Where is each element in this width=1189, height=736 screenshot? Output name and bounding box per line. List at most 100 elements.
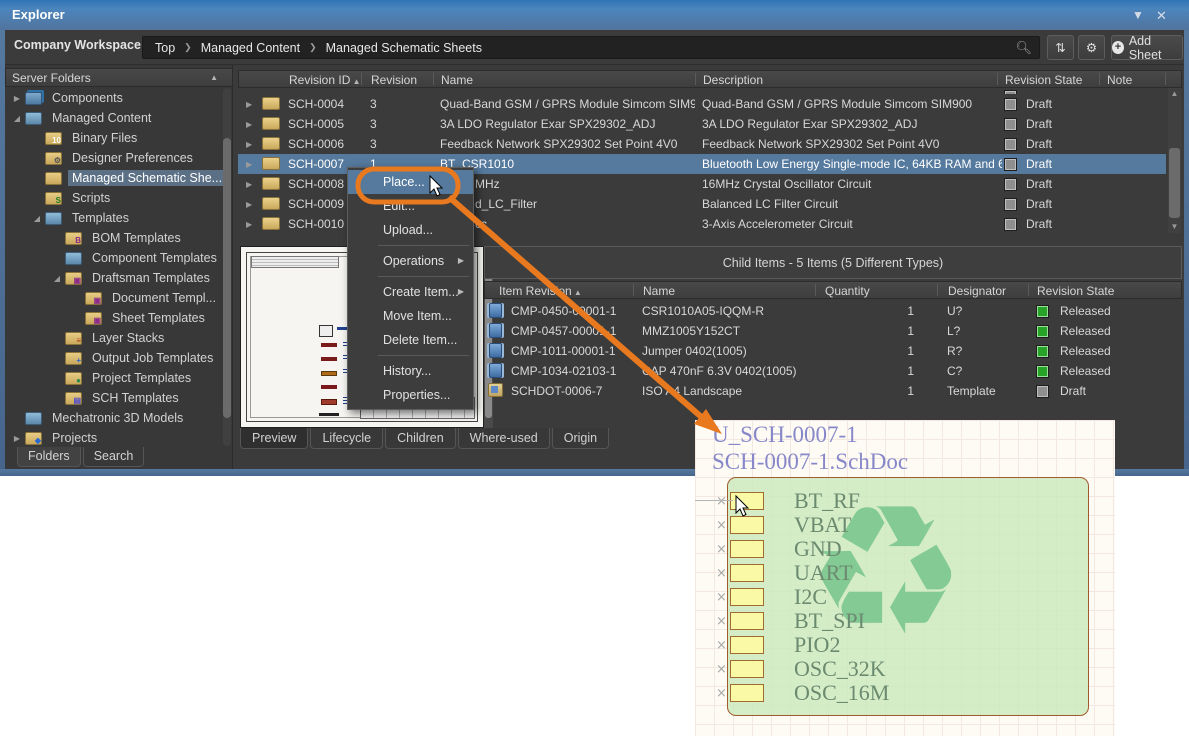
breadcrumb-item[interactable]: Managed Schematic Sheets: [326, 41, 482, 55]
screenshot-root: Explorer ▼ ✕ Company Workspace ▼ Top ❯ Man…: [0, 0, 1189, 736]
sidebar-item-project-templates[interactable]: ● Project Templates: [5, 368, 225, 388]
sidebar-item-designer-preferences[interactable]: ⚙ Designer Preferences: [5, 148, 225, 168]
menu-item-operations[interactable]: Operations ▶: [348, 249, 473, 273]
sidebar-item-managed-content[interactable]: ◢ Managed Content: [5, 108, 225, 128]
child-table: CMP-0450-00001-1 CSR1010A05-IQQM-R 1 U? Rele…: [484, 299, 1182, 401]
sidebar-item-managed-schematic-she[interactable]: Managed Schematic She...: [5, 168, 225, 188]
sidebar-item-templates[interactable]: ◢ Templates: [5, 208, 225, 228]
menu-item-place[interactable]: Place...: [348, 170, 473, 194]
sidebar-item-output-job-templates[interactable]: + Output Job Templates: [5, 348, 225, 368]
row-expand-icon[interactable]: ▶: [246, 200, 252, 209]
scroll-down-icon[interactable]: ▼: [1168, 221, 1181, 233]
child-column-header-revision-state[interactable]: Revision State: [1037, 284, 1114, 298]
collapse-arrow-icon[interactable]: ▶: [11, 94, 23, 103]
sidebar-item-mechatronic-3d-models[interactable]: Mechatronic 3D Models: [5, 408, 225, 428]
menu-item-delete-item[interactable]: Delete Item...: [348, 328, 473, 352]
sidebar-item-projects[interactable]: ▶ ◆ Projects: [5, 428, 225, 446]
column-header-description[interactable]: Description: [703, 73, 763, 87]
expand-arrow-icon[interactable]: ◢: [11, 114, 23, 123]
tab-preview[interactable]: Preview: [240, 428, 309, 449]
sync-arrows-icon: ⇅: [1055, 41, 1066, 55]
menu-item-create-item[interactable]: Create Item... ▶: [348, 280, 473, 304]
titlebar-dropdown-icon[interactable]: ▼: [1132, 8, 1144, 22]
row-expand-icon[interactable]: ▶: [246, 180, 252, 189]
sidebar-item-sheet-templates[interactable]: ▣ Sheet Templates: [5, 308, 225, 328]
table-row-sch-0005[interactable]: ▶ SCH-0005 3 3A LDO Regulator Exar SPX29302…: [238, 114, 1166, 134]
row-expand-icon[interactable]: ▶: [246, 120, 252, 129]
column-header-revision-state[interactable]: Revision State: [1005, 73, 1082, 87]
row-expand-icon[interactable]: ▶: [246, 140, 252, 149]
tab-where-used[interactable]: Where-used: [457, 428, 550, 449]
scroll-thumb[interactable]: [1169, 148, 1180, 218]
sheet-entry-box: [730, 540, 764, 558]
column-header-revision-id[interactable]: Revision ID ▲: [289, 73, 361, 87]
child-row-schdot-0006-7[interactable]: SCHDOT-0006-7 ISO A4 Landscape 1 Template Dr…: [484, 381, 1182, 401]
sidebar-item-components[interactable]: ▶ Components: [5, 88, 225, 108]
expand-arrow-icon[interactable]: ◢: [51, 274, 63, 283]
window-edge: [0, 30, 5, 476]
collapse-arrow-icon[interactable]: ▶: [11, 434, 23, 443]
sidebar-item-scripts[interactable]: S Scripts: [5, 188, 225, 208]
row-expand-icon[interactable]: ▶: [246, 100, 252, 109]
child-column-header-quantity[interactable]: Quantity: [825, 284, 870, 298]
sidebar-item-draftsman-templates[interactable]: ◢ ▣ Draftsman Templates: [5, 268, 225, 288]
sidebar-scrollbar[interactable]: [223, 88, 231, 446]
column-header-revision[interactable]: Revision: [371, 73, 417, 87]
tab-lifecycle[interactable]: Lifecycle: [310, 428, 384, 449]
row-expand-icon[interactable]: ▶: [246, 160, 252, 169]
child-column-header-name[interactable]: Name: [643, 284, 675, 298]
tab-children[interactable]: Children: [385, 428, 456, 449]
menu-item-move-item[interactable]: Move Item...: [348, 304, 473, 328]
column-header-name[interactable]: Name: [441, 73, 473, 87]
column-header-note[interactable]: Note: [1107, 73, 1132, 87]
name-cell: CAP 470nF 6.3V 0402(1005): [642, 364, 797, 378]
sheet-entry-box: [730, 660, 764, 678]
child-row-cmp-1034-02103-1[interactable]: CMP-1034-02103-1 CAP 470nF 6.3V 0402(1005…: [484, 361, 1182, 381]
column-divider: [1165, 73, 1166, 85]
breadcrumb-item[interactable]: Top: [155, 41, 175, 55]
name-cell: MHz: [475, 177, 500, 191]
close-icon[interactable]: ✕: [1156, 8, 1167, 24]
menu-item-upload[interactable]: Upload...: [348, 218, 473, 242]
menu-item-properties[interactable]: Properties...: [348, 383, 473, 407]
breadcrumb-item[interactable]: Managed Content: [201, 41, 300, 55]
revision-state-cell: Draft: [1026, 217, 1053, 231]
sync-button[interactable]: ⇅: [1047, 35, 1074, 60]
table-scrollbar[interactable]: ▲ ▼: [1168, 88, 1181, 233]
tab-origin[interactable]: Origin: [551, 428, 610, 449]
child-row-cmp-0457-00001-1[interactable]: CMP-0457-00001-1 MMZ1005Y152CT 1 L? Released: [484, 321, 1182, 341]
folder-icon: [262, 137, 280, 150]
sidebar-item-layer-stacks[interactable]: ≡ Layer Stacks: [5, 328, 225, 348]
sidebar-item-binary-files[interactable]: 10 Binary Files: [5, 128, 225, 148]
breadcrumb[interactable]: Top ❯ Managed Content ❯ Managed Schematic Sh…: [142, 36, 1040, 59]
sidebar-item-component-templates[interactable]: Component Templates: [5, 248, 225, 268]
table-row-sch-0006[interactable]: ▶ SCH-0006 3 Feedback Network SPX29302 Set …: [238, 134, 1166, 154]
expand-arrow-icon[interactable]: ◢: [31, 214, 43, 223]
row-expand-icon[interactable]: ▶: [246, 220, 252, 229]
child-row-cmp-1011-00001-1[interactable]: CMP-1011-00001-1 Jumper 0402(1005) 1 R? Rele…: [484, 341, 1182, 361]
sidebar-item-bom-templates[interactable]: B BOM Templates: [5, 228, 225, 248]
table-row-sch-0004[interactable]: ▶ SCH-0004 3 Quad-Band GSM / GPRS Module Si…: [238, 94, 1166, 114]
folder-icon: [262, 117, 280, 130]
folder-tan-icon: ▣: [85, 311, 102, 325]
sidebar-item-label: Scripts: [72, 191, 111, 205]
child-row-cmp-0450-00001-1[interactable]: CMP-0450-00001-1 CSR1010A05-IQQM-R 1 U? Rele…: [484, 301, 1182, 321]
search-icon[interactable]: 🔍︎: [1015, 40, 1032, 56]
settings-button[interactable]: ⚙: [1078, 35, 1105, 60]
child-table-header[interactable]: Item Revision ▲ Name Quantity Designator Rev…: [484, 281, 1182, 299]
sidebar-tab-search[interactable]: Search: [82, 447, 145, 467]
add-sheet-button[interactable]: + Add Sheet: [1111, 34, 1183, 62]
child-column-header-item-revision[interactable]: Item Revision ▲: [499, 284, 582, 298]
child-column-header-designator[interactable]: Designator: [948, 284, 1006, 298]
sidebar-header[interactable]: Server Folders ▲: [5, 68, 233, 87]
sidebar-tab-folders[interactable]: Folders: [17, 447, 81, 467]
sidebar-item-sch-templates[interactable]: ▤ SCH Templates: [5, 388, 225, 408]
column-divider: [361, 73, 362, 85]
menu-item-edit[interactable]: Edit...: [348, 194, 473, 218]
scroll-up-icon[interactable]: ▲: [1168, 88, 1181, 100]
sidebar-item-document-templ[interactable]: ▣ Document Templ...: [5, 288, 225, 308]
sidebar-item-label: Component Templates: [92, 251, 217, 265]
menu-item-history[interactable]: History...: [348, 359, 473, 383]
workspace-selector[interactable]: Company Workspace ▼: [14, 38, 153, 52]
revisions-table-header[interactable]: Revision ID ▲ Revision Name Description Revi…: [238, 70, 1182, 88]
